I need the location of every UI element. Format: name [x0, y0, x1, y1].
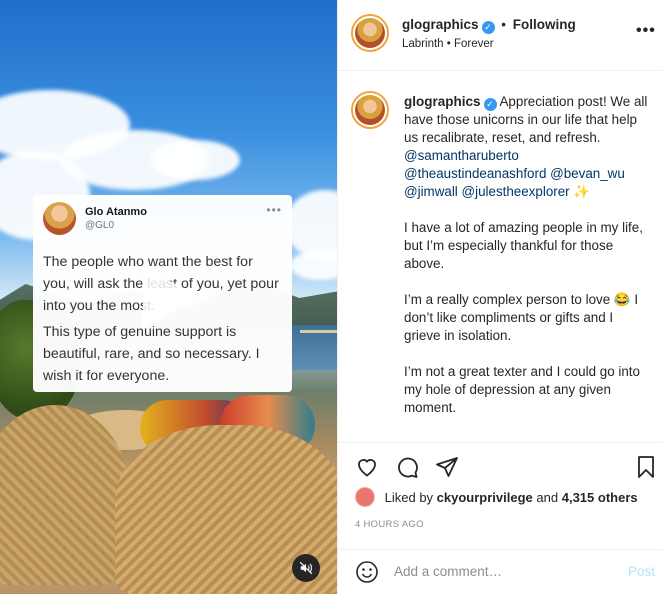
tweet-paragraph: This type of genuine support is beautifu…: [43, 324, 260, 384]
liker-username-link[interactable]: ckyourprivilege: [437, 490, 533, 505]
sparkle-emoji: ✨: [573, 184, 591, 199]
play-icon[interactable]: [143, 266, 199, 328]
more-options-icon[interactable]: •••: [636, 22, 656, 40]
username-link[interactable]: glographics: [402, 17, 479, 32]
sky-cloud: [290, 250, 337, 280]
likes-summary: Liked by ckyourprivilege and 4,315 other…: [355, 487, 655, 507]
comment-input[interactable]: Add a comment…: [394, 564, 502, 579]
post-header: glographics ✓ • Following Labrinth • Fore…: [338, 0, 662, 71]
caption-text: glographics ✓ Appreciation post! We all h…: [404, 93, 649, 435]
tweet-author-name: Glo Atanmo: [85, 206, 147, 218]
comment-form: Add a comment… Post: [338, 549, 662, 594]
mention-link[interactable]: @julestheexplorer: [462, 184, 570, 199]
mention-link[interactable]: @jimwall: [404, 184, 458, 199]
post-actions: Liked by ckyourprivilege and 4,315 other…: [338, 443, 662, 585]
sky-cloud: [285, 190, 337, 260]
post-details-panel: glographics ✓ • Following Labrinth • Fore…: [337, 0, 662, 594]
header-user-line: glographics ✓ • Following: [402, 17, 576, 34]
avatar[interactable]: [351, 91, 389, 129]
sky-cloud: [150, 140, 240, 180]
likes-middle: and: [536, 490, 559, 505]
verified-badge-icon: ✓: [481, 21, 495, 34]
likes-count-link[interactable]: 4,315 others: [562, 490, 638, 505]
following-button[interactable]: Following: [513, 17, 576, 32]
separator-dot: •: [501, 17, 507, 32]
mute-button[interactable]: [292, 554, 320, 582]
speaker-muted-icon: [299, 561, 313, 575]
laughing-emoji: 😂: [613, 292, 631, 307]
post-timestamp[interactable]: 4 HOURS AGO: [355, 519, 424, 530]
caption-area: glographics ✓ Appreciation post! We all h…: [338, 71, 662, 443]
mention-link[interactable]: @theaustindeanashford: [404, 166, 546, 181]
caption-username-link[interactable]: glographics: [404, 94, 481, 109]
comment-bubble-icon[interactable]: [395, 455, 419, 479]
tweet-more-icon: •••: [266, 203, 282, 217]
emoji-smile-icon[interactable]: [355, 560, 379, 584]
mention-link[interactable]: @bevan_wu: [550, 166, 625, 181]
audio-track-link[interactable]: Labrinth • Forever: [402, 38, 494, 50]
caption-paragraph: I’m not a great texter and I could go in…: [404, 364, 640, 415]
liker-avatar[interactable]: [355, 487, 375, 507]
likes-prefix: Liked by: [384, 490, 434, 505]
caption-paragraph: I have a lot of amazing people in my lif…: [404, 220, 643, 271]
post-comment-button[interactable]: Post: [628, 564, 655, 579]
caption-paragraph: I’m a really complex person to love: [404, 292, 611, 307]
post-video[interactable]: Glo Atanmo @GL0 ••• The people who want …: [0, 0, 337, 594]
bookmark-icon[interactable]: [634, 455, 658, 479]
tweet-avatar: [43, 202, 76, 235]
avatar[interactable]: [351, 14, 389, 52]
background-railing: [300, 330, 337, 390]
mention-link[interactable]: @samantharuberto: [404, 148, 519, 163]
heart-icon[interactable]: [355, 455, 379, 479]
paper-plane-icon[interactable]: [435, 455, 459, 479]
verified-badge-icon: ✓: [483, 98, 497, 111]
tweet-author-handle: @GL0: [85, 220, 115, 231]
